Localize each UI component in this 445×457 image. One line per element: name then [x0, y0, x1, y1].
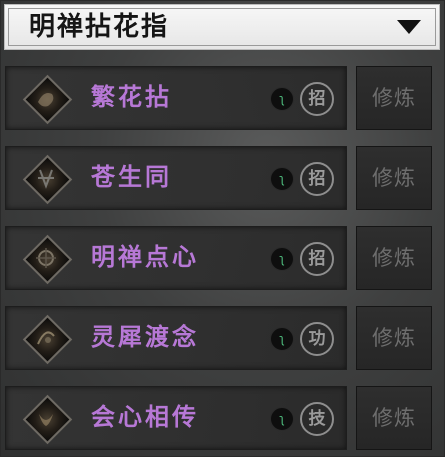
skill-icon: [22, 394, 73, 445]
skill-set-title: 明禅拈花指: [29, 12, 170, 42]
skill-type-badge: 技: [300, 402, 334, 436]
qi-icon: ʅ: [270, 327, 294, 351]
skill-icon: [22, 234, 73, 285]
skill-row: 明禅点心 ʅ 招: [5, 226, 347, 290]
train-button[interactable]: 修炼: [356, 146, 432, 210]
qi-icon: ʅ: [270, 247, 294, 271]
skill-row: 繁花拈 ʅ 招: [5, 66, 347, 130]
skill-set-selector[interactable]: 明禅拈花指: [4, 4, 440, 50]
skill-type-badge: 招: [300, 242, 334, 276]
qi-icon: ʅ: [270, 87, 294, 111]
skill-row: 会心相传 ʅ 技: [5, 386, 347, 450]
train-button[interactable]: 修炼: [356, 66, 432, 130]
qi-icon: ʅ: [270, 407, 294, 431]
skill-type-badge: 招: [300, 82, 334, 116]
skill-icon: [22, 154, 73, 205]
train-button[interactable]: 修炼: [356, 386, 432, 450]
skill-icon: [22, 314, 73, 365]
skill-name: 苍生同: [91, 163, 172, 191]
skill-name: 灵犀渡念: [91, 323, 199, 351]
train-button[interactable]: 修炼: [356, 306, 432, 370]
skill-type-badge: 功: [300, 322, 334, 356]
qi-icon: ʅ: [270, 167, 294, 191]
skill-name: 明禅点心: [91, 243, 199, 271]
skill-name: 会心相传: [91, 403, 199, 431]
skill-icon: [22, 74, 73, 125]
dropdown-arrow-icon[interactable]: [397, 20, 421, 34]
train-button[interactable]: 修炼: [356, 226, 432, 290]
skill-row: 苍生同 ʅ 招: [5, 146, 347, 210]
skill-name: 繁花拈: [91, 83, 172, 111]
skill-type-badge: 招: [300, 162, 334, 196]
skill-row: 灵犀渡念 ʅ 功: [5, 306, 347, 370]
